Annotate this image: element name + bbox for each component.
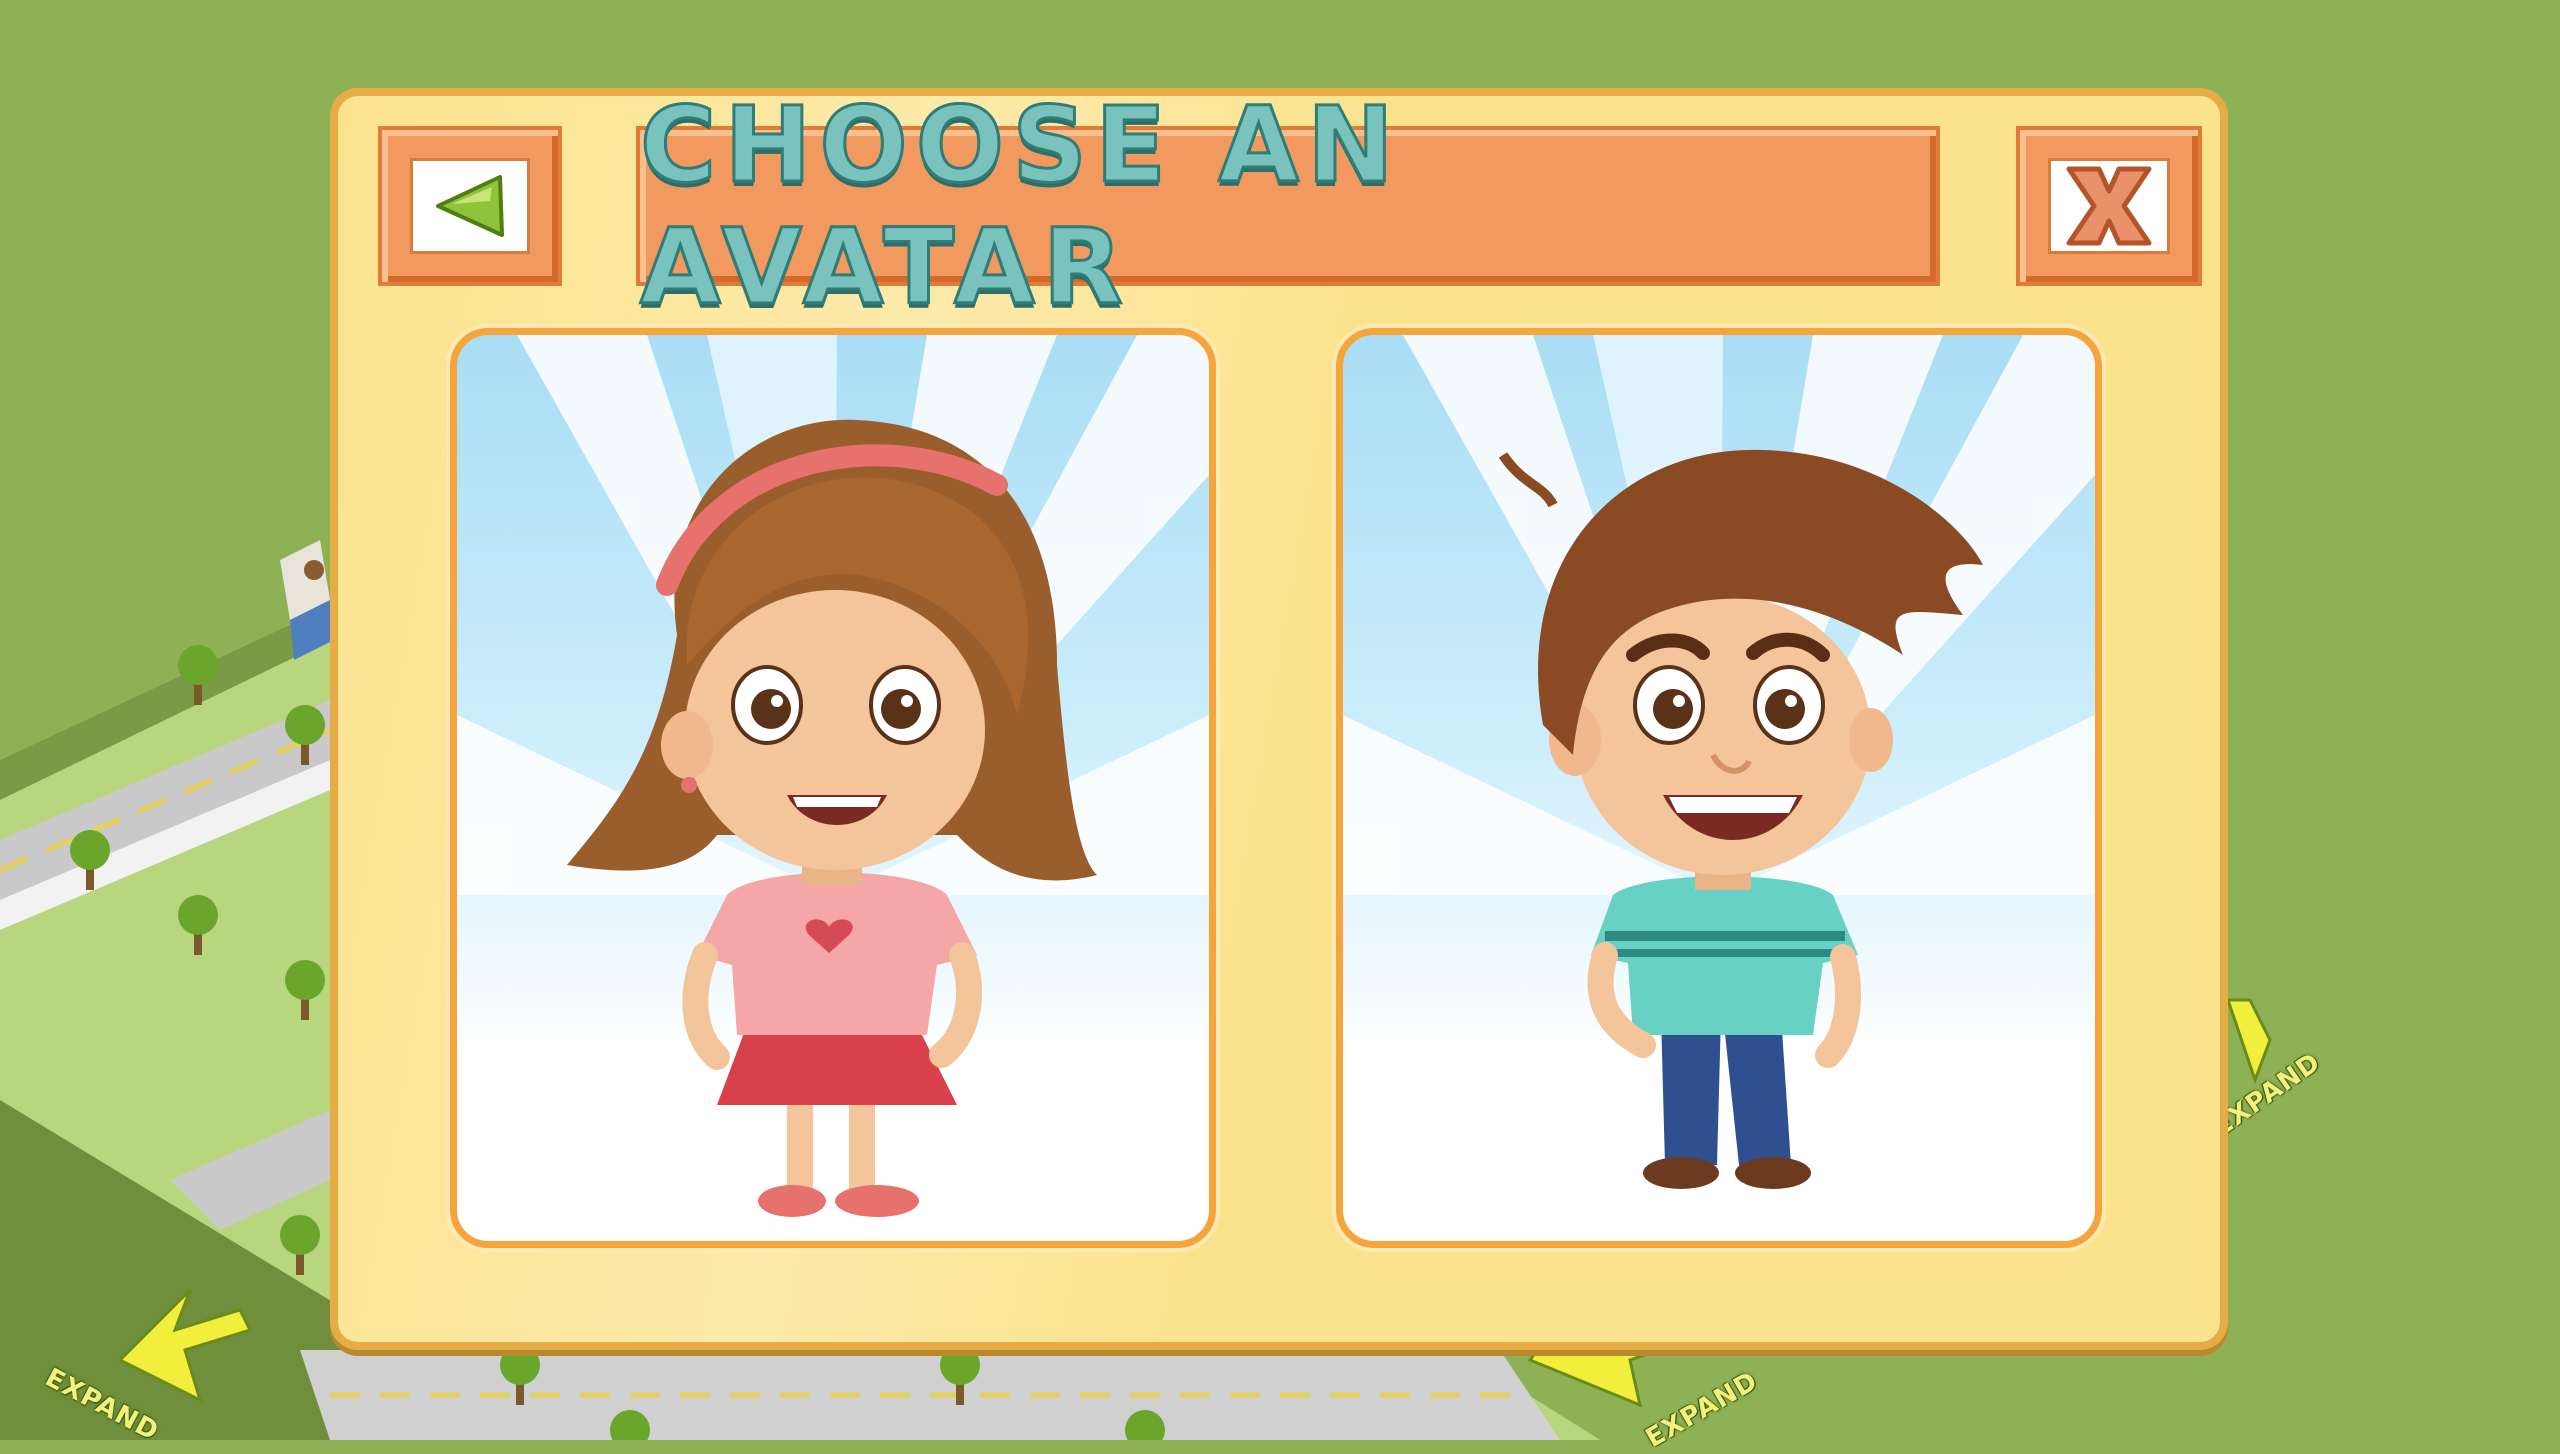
back-button[interactable] bbox=[378, 126, 562, 286]
dialog-title: CHOOSE AN AVATAR bbox=[639, 83, 1402, 330]
avatar-dialog: CHOOSE AN AVATAR bbox=[330, 83, 2228, 1350]
avatar-card-boy[interactable] bbox=[1336, 328, 2102, 1248]
avatar-card-girl[interactable] bbox=[450, 328, 1216, 1248]
title-plate: CHOOSE AN AVATAR bbox=[636, 83, 1940, 330]
close-x-icon bbox=[2066, 166, 2152, 246]
girl-avatar bbox=[457, 335, 1209, 1217]
boy-avatar bbox=[1343, 335, 2095, 1189]
back-button-face[interactable] bbox=[410, 158, 530, 254]
close-button-face[interactable] bbox=[2048, 158, 2170, 254]
back-arrow-icon bbox=[436, 175, 504, 237]
close-button[interactable] bbox=[2016, 126, 2202, 286]
